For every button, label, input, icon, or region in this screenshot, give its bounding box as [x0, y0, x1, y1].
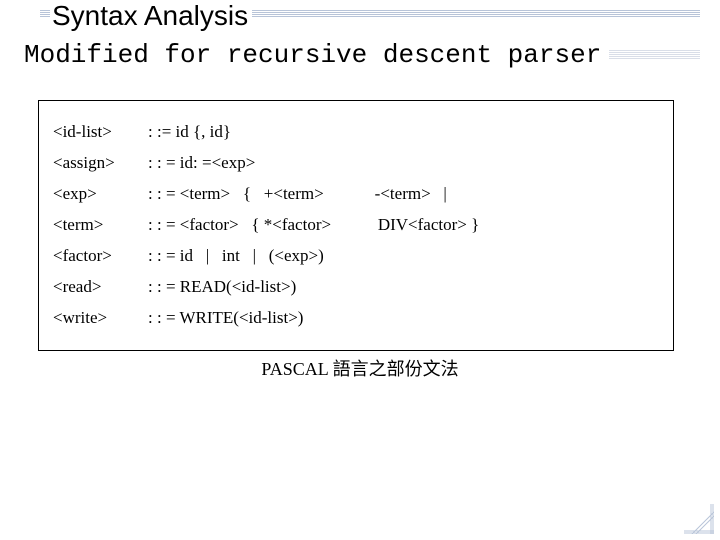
grammar-caption: PASCAL 語言之部份文法 [0, 355, 720, 381]
grammar-rhs: : : = id: =<exp> [148, 154, 659, 171]
grammar-lhs: <factor> [53, 247, 148, 264]
grammar-rhs: : : = WRITE(<id-list>) [148, 309, 659, 326]
grammar-lhs: <term> [53, 216, 148, 233]
grammar-rhs: : : = id | int | (<exp>) [148, 247, 659, 264]
grammar-lhs: <exp> [53, 185, 148, 202]
grammar-row: <read> : : = READ(<id-list>) [53, 278, 659, 295]
grammar-box: <id-list> : := id {, id} <assign> : : = … [38, 100, 674, 351]
grammar-rhs: : : = <term> { +<term> -<term> | [148, 185, 659, 202]
grammar-row: <term> : : = <factor> { *<factor> DIV<fa… [53, 216, 659, 233]
grammar-row: <write> : : = WRITE(<id-list>) [53, 309, 659, 326]
grammar-rhs: : := id {, id} [148, 123, 659, 140]
grammar-rhs: : : = <factor> { *<factor> DIV<factor> } [148, 216, 659, 233]
subtitle-bar: Modified for recursive descent parser [24, 38, 700, 72]
grammar-rhs: : : = READ(<id-list>) [148, 278, 659, 295]
page-title: Syntax Analysis [50, 0, 252, 34]
grammar-row: <assign> : : = id: =<exp> [53, 154, 659, 171]
grammar-row: <id-list> : := id {, id} [53, 123, 659, 140]
grammar-lhs: <read> [53, 278, 148, 295]
grammar-lhs: <write> [53, 309, 148, 326]
grammar-row: <factor> : : = id | int | (<exp>) [53, 247, 659, 264]
page-subtitle: Modified for recursive descent parser [24, 40, 609, 70]
grammar-lhs: <id-list> [53, 123, 148, 140]
corner-decoration-icon [684, 504, 714, 534]
grammar-lhs: <assign> [53, 154, 148, 171]
grammar-row: <exp> : : = <term> { +<term> -<term> | [53, 185, 659, 202]
